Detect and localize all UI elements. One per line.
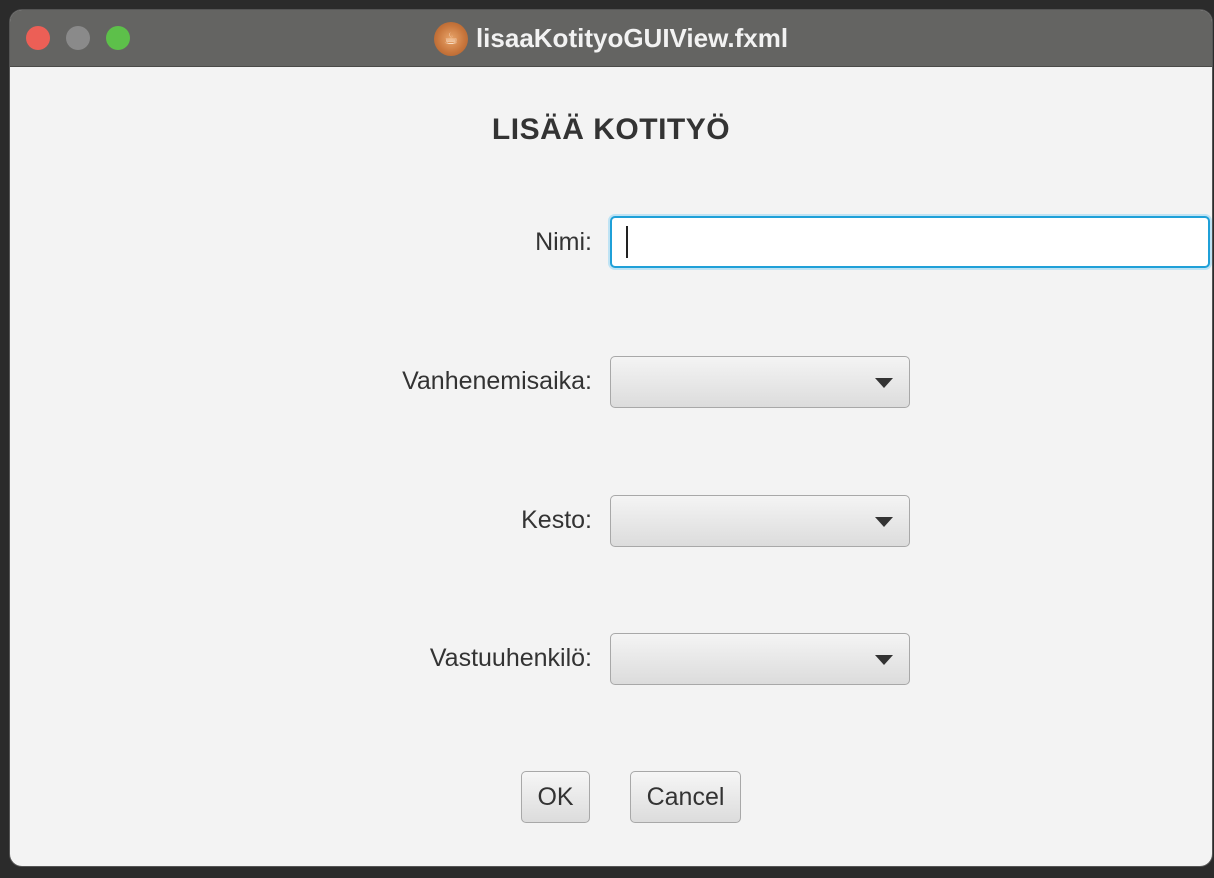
kesto-combobox[interactable] <box>610 495 910 547</box>
nimi-label: Nimi: <box>535 228 592 256</box>
vastuuhenkilo-label: Vastuuhenkilö: <box>429 644 592 672</box>
kesto-label: Kesto: <box>521 506 592 534</box>
chevron-down-icon <box>875 655 893 665</box>
form-heading: LISÄÄ KOTITYÖ <box>491 113 731 146</box>
vastuuhenkilo-combobox[interactable] <box>610 633 910 685</box>
cancel-button[interactable]: Cancel <box>630 771 741 823</box>
ok-button[interactable]: OK <box>521 771 590 823</box>
chevron-down-icon <box>875 517 893 527</box>
vanhenemisaika-label: Vanhenemisaika: <box>402 367 592 395</box>
vanhenemisaika-combobox[interactable] <box>610 356 910 408</box>
window-title-group: ☕ lisaaKotityoGUIView.fxml <box>10 10 1212 67</box>
title-bar[interactable]: ☕ lisaaKotityoGUIView.fxml <box>10 10 1212 67</box>
dialog-window: ☕ lisaaKotityoGUIView.fxml LISÄÄ KOTITYÖ… <box>10 10 1212 866</box>
nimi-input[interactable] <box>610 216 1210 268</box>
text-caret <box>626 226 628 258</box>
chevron-down-icon <box>875 378 893 388</box>
window-title: lisaaKotityoGUIView.fxml <box>475 23 789 53</box>
java-app-icon: ☕ <box>433 21 468 56</box>
